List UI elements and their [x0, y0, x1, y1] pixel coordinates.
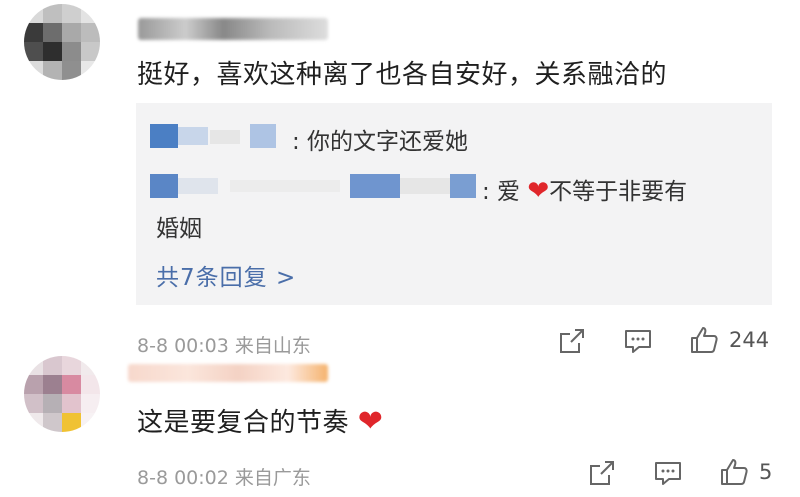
heart-icon: ❤	[357, 404, 384, 439]
reply-text: : 你的文字还爱她	[292, 129, 469, 155]
share-icon[interactable]	[557, 326, 587, 356]
share-icon[interactable]	[587, 458, 617, 488]
comment-meta: 8-8 00:02 来自广东	[137, 467, 311, 489]
reply-username-blurred[interactable]	[150, 124, 290, 148]
username-blurred[interactable]	[138, 18, 328, 40]
more-replies-link[interactable]: 共7条回复 >	[156, 258, 296, 292]
reply-text-wrap: 婚姻	[156, 216, 202, 242]
comment-text: 这是要复合的节奏 ❤	[137, 404, 384, 439]
username-blurred[interactable]	[128, 364, 328, 382]
reply-username-blurred[interactable]	[150, 174, 480, 198]
reply-text: : 爱 ❤不等于非要有	[482, 176, 688, 206]
comment-meta: 8-8 00:03 来自山东	[137, 335, 311, 357]
comment-icon[interactable]	[623, 326, 653, 356]
comment-icon[interactable]	[653, 458, 683, 488]
comment-text: 挺好，喜欢这种离了也各自安好，关系融洽的	[137, 60, 668, 90]
like-thumb-icon[interactable]	[718, 456, 750, 488]
avatar[interactable]	[24, 356, 100, 432]
like-count: 244	[729, 328, 770, 352]
like-count: 5	[759, 460, 773, 484]
avatar[interactable]	[24, 4, 100, 80]
heart-icon: ❤	[527, 176, 550, 206]
like-thumb-icon[interactable]	[688, 324, 720, 356]
